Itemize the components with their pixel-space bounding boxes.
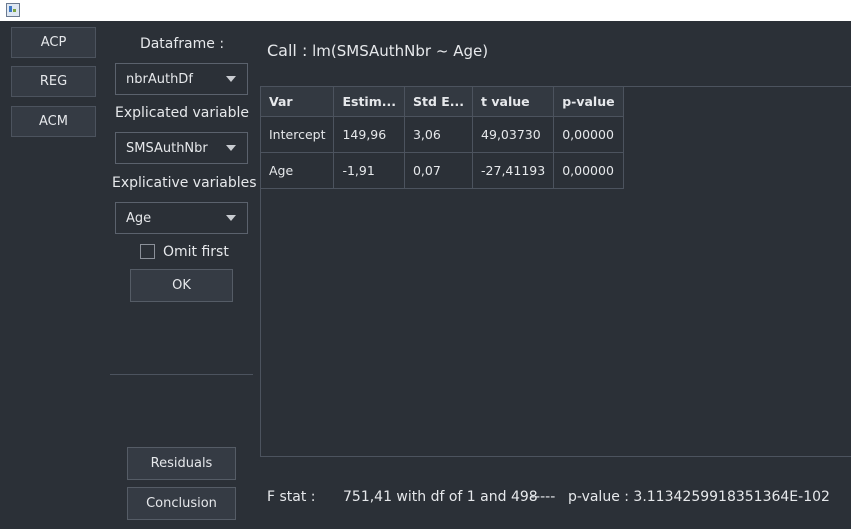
chevron-down-icon	[226, 145, 236, 151]
acm-button[interactable]: ACM	[11, 106, 96, 137]
residuals-button[interactable]: Residuals	[127, 447, 236, 480]
column-header-p-value[interactable]: p-value	[553, 87, 624, 117]
explicative-variables-value: Age	[126, 210, 152, 226]
table-row[interactable]: Age -1,91 0,07 -27,41193 0,00000	[261, 152, 624, 189]
call-display: Call : lm(SMSAuthNbr ~ Age)	[267, 41, 488, 60]
call-formula: lm(SMSAuthNbr ~ Age)	[312, 42, 489, 60]
table-cell[interactable]: 3,06	[404, 116, 474, 153]
dataframe-select[interactable]: nbrAuthDf	[115, 63, 248, 95]
explicated-variable-label: Explicated variable	[115, 105, 249, 121]
divider	[110, 374, 253, 375]
fstat-separator: -----	[530, 489, 556, 505]
explicated-variable-value: SMSAuthNbr	[126, 140, 208, 156]
app-icon	[6, 3, 20, 17]
table-row[interactable]: Intercept 149,96 3,06 49,03730 0,00000	[261, 116, 624, 153]
fstat-pvalue: p-value : 3.1134259918351364E-102	[568, 489, 830, 505]
chevron-down-icon	[226, 215, 236, 221]
column-header-std-error[interactable]: Std E...	[404, 87, 474, 117]
chevron-down-icon	[226, 76, 236, 82]
table-cell[interactable]: 0,00000	[553, 116, 624, 153]
omit-first-checkbox[interactable]	[140, 244, 155, 259]
dataframe-value: nbrAuthDf	[126, 71, 193, 87]
column-header-estimate[interactable]: Estim...	[333, 87, 405, 117]
table-cell[interactable]: 0,00000	[553, 152, 624, 189]
reg-button[interactable]: REG	[11, 66, 96, 97]
explicative-variables-select[interactable]: Age	[115, 202, 248, 234]
omit-first-label: Omit first	[163, 244, 229, 260]
title-bar	[0, 0, 851, 21]
coefficients-table[interactable]: Var Estim... Std E... t value p-value In…	[260, 86, 851, 457]
call-label: Call :	[267, 41, 308, 60]
table-cell[interactable]: Age	[261, 152, 335, 189]
table-cell[interactable]: 49,03730	[472, 116, 555, 153]
fstat-label: F stat :	[267, 489, 316, 505]
acp-button[interactable]: ACP	[11, 27, 96, 58]
table-cell[interactable]: 149,96	[333, 116, 405, 153]
dataframe-label: Dataframe :	[139, 36, 225, 52]
explicative-variables-label: Explicative variables	[112, 175, 257, 191]
table-cell[interactable]: Intercept	[261, 116, 335, 153]
ok-button[interactable]: OK	[130, 269, 233, 302]
column-header-t-value[interactable]: t value	[472, 87, 555, 117]
table-header-row: Var Estim... Std E... t value p-value	[261, 87, 624, 117]
table-cell[interactable]: -27,41193	[472, 152, 555, 189]
fstat-value: 751,41 with df of 1 and 498	[343, 489, 538, 505]
conclusion-button[interactable]: Conclusion	[127, 487, 236, 520]
table-cell[interactable]: -1,91	[333, 152, 405, 189]
explicated-variable-select[interactable]: SMSAuthNbr	[115, 132, 248, 164]
table-cell[interactable]: 0,07	[404, 152, 474, 189]
column-header-var[interactable]: Var	[261, 87, 335, 117]
